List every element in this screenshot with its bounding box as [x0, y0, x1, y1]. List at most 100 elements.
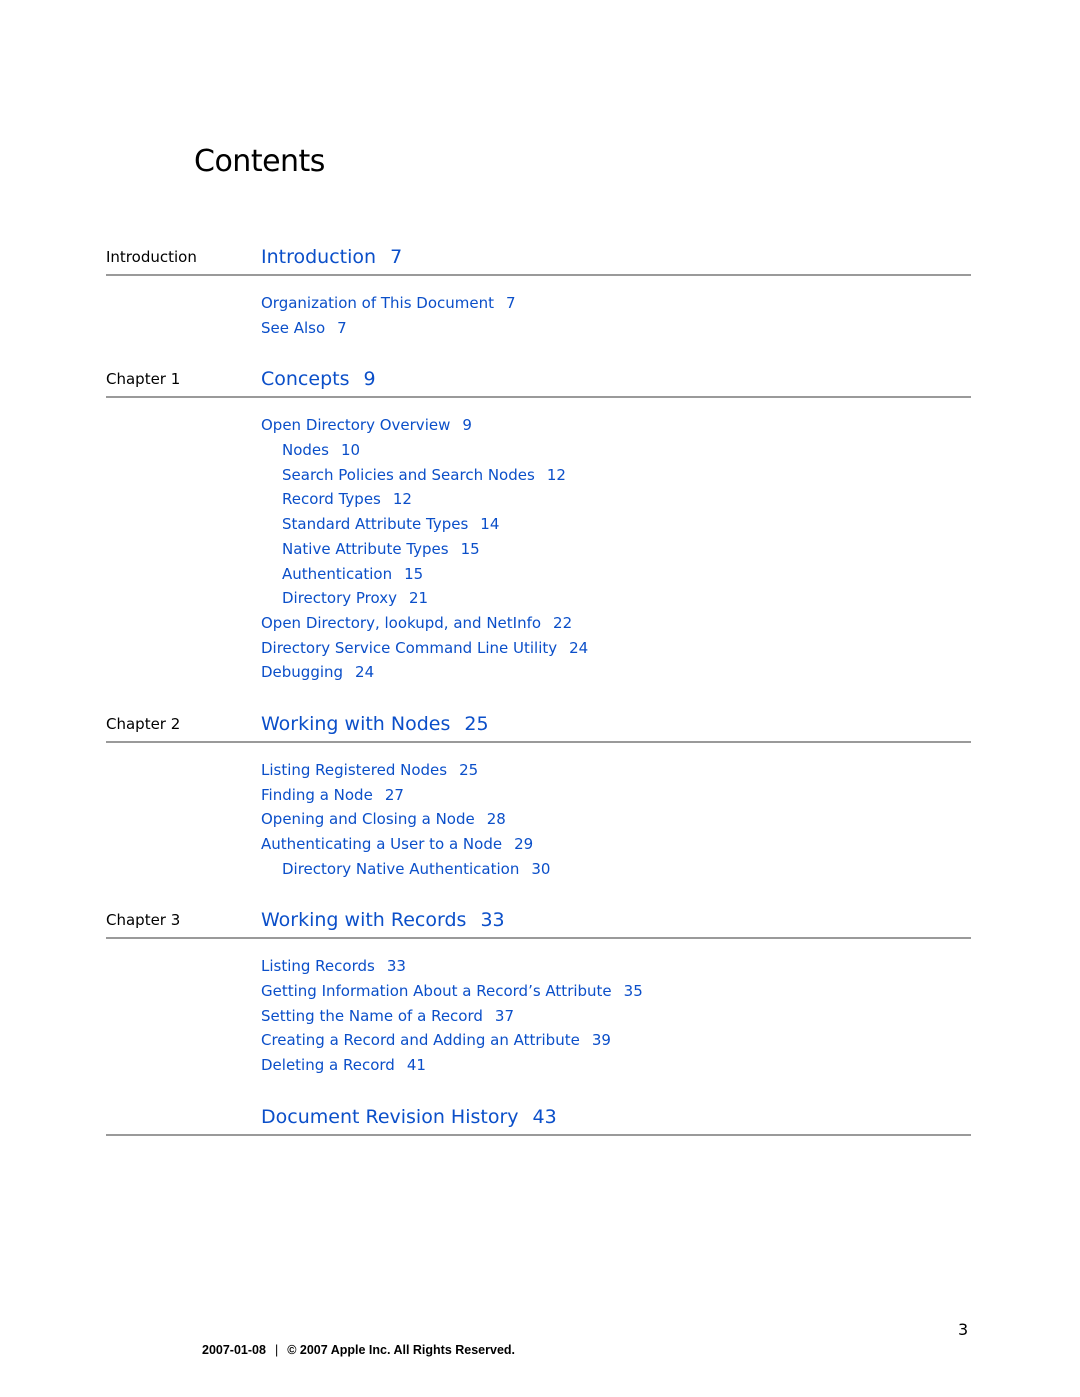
entry-page-number: 12	[546, 465, 566, 484]
toc-entry-link[interactable]: Getting Information About a Record’s Att…	[261, 979, 971, 1004]
section-title-link[interactable]: Concepts 9	[261, 368, 376, 390]
entry-title: Nodes	[282, 441, 329, 460]
entry-title: Finding a Node	[261, 785, 373, 804]
entry-title: Native Attribute Types	[282, 539, 449, 558]
entry-title: Directory Native Authentication	[282, 859, 520, 878]
section-title-text: Working with Nodes	[261, 712, 451, 735]
toc-entry-link[interactable]: Organization of This Document 7	[261, 291, 971, 316]
toc-entry-link[interactable]: Finding a Node 27	[261, 783, 971, 808]
section-title-link[interactable]: Working with Nodes 25	[261, 713, 489, 735]
section-label: Chapter 1	[106, 370, 181, 389]
entry-page-number: 39	[591, 1031, 611, 1050]
section-label: Introduction	[106, 248, 197, 266]
section-label: Chapter 2	[106, 714, 181, 733]
entry-page-number: 28	[486, 810, 506, 829]
toc-entry-link[interactable]: Opening and Closing a Node 28	[261, 807, 971, 832]
entry-page-number: 15	[460, 539, 480, 558]
entry-page-number: 22	[553, 613, 573, 632]
toc-entry-link[interactable]: Directory Native Authentication 30	[261, 857, 971, 882]
section-label: Chapter 3	[106, 911, 181, 930]
toc-section: Document Revision History 43	[106, 1098, 971, 1136]
entry-title: Directory Proxy	[282, 589, 397, 608]
entry-page-number: 21	[409, 589, 429, 608]
entry-page-number: 12	[392, 490, 412, 509]
section-title-link[interactable]: Document Revision History 43	[261, 1106, 557, 1128]
toc-entry-link[interactable]: Open Directory Overview 9	[261, 413, 971, 438]
toc-entry-link[interactable]: Deleting a Record 41	[261, 1053, 971, 1078]
entry-page-number: 7	[337, 318, 347, 337]
entry-page-number: 33	[386, 957, 406, 976]
toc-entry-link[interactable]: Directory Proxy 21	[261, 586, 971, 611]
entry-page-number: 14	[480, 515, 500, 534]
toc-entry-link[interactable]: Search Policies and Search Nodes 12	[261, 463, 971, 488]
toc-entry-link[interactable]: Record Types 12	[261, 487, 971, 512]
entry-title: Getting Information About a Record’s Att…	[261, 982, 612, 1001]
toc-entry-link[interactable]: Listing Registered Nodes 25	[261, 758, 971, 783]
toc-entry-link[interactable]: Directory Service Command Line Utility 24	[261, 636, 971, 661]
footer-date: 2007-01-08	[202, 1343, 266, 1357]
toc-entry-link[interactable]: Creating a Record and Adding an Attribut…	[261, 1028, 971, 1053]
footer-separator: |	[274, 1343, 279, 1357]
entry-title: Debugging	[261, 663, 344, 682]
entry-title: Standard Attribute Types	[282, 515, 469, 534]
entry-title: Organization of This Document	[261, 294, 495, 312]
entry-page-number: 15	[404, 564, 424, 583]
section-title-link[interactable]: Working with Records 33	[261, 909, 505, 931]
section-page-number: 43	[532, 1105, 557, 1128]
entry-page-number: 9	[462, 416, 472, 435]
table-of-contents: Introduction Introduction 7 Organization of…	[106, 238, 971, 1136]
section-header: Introduction Introduction 7	[106, 238, 971, 276]
section-title-text: Concepts	[261, 368, 350, 391]
entry-page-number: 41	[406, 1056, 426, 1075]
section-title-text: Working with Records	[261, 909, 467, 932]
toc-entry-link[interactable]: Listing Records 33	[261, 954, 971, 979]
entry-page-number: 37	[494, 1006, 514, 1025]
section-header: Chapter 1 Concepts 9	[106, 360, 971, 399]
entry-page-number: 25	[459, 760, 479, 779]
entry-title: Listing Registered Nodes	[261, 760, 448, 779]
section-entries: Open Directory Overview 9 Nodes 10 Search Po…	[106, 398, 971, 685]
page-title: Contents	[194, 144, 325, 179]
toc-entry-link[interactable]: See Also 7	[261, 316, 971, 341]
entry-title: Open Directory Overview	[261, 416, 451, 435]
toc-entry-link[interactable]: Setting the Name of a Record 37	[261, 1004, 971, 1029]
entry-page-number: 7	[506, 294, 516, 312]
section-page-number: 25	[464, 712, 489, 735]
entry-page-number: 29	[514, 835, 534, 853]
section-entries: Listing Records 33 Getting Information Abo…	[106, 939, 971, 1077]
toc-entry-link[interactable]: Authenticating a User to a Node 29	[261, 832, 971, 857]
section-header: Chapter 3 Working with Records 33	[106, 901, 971, 940]
section-title-link[interactable]: Introduction 7	[261, 246, 402, 268]
section-header: Chapter 2 Working with Nodes 25	[106, 705, 971, 743]
section-title-text: Introduction	[261, 246, 377, 268]
toc-section: Chapter 1 Concepts 9 Open Directory Overvie…	[106, 360, 971, 705]
toc-section: Chapter 2 Working with Nodes 25 Listing Reg…	[106, 705, 971, 901]
toc-entry-link[interactable]: Native Attribute Types 15	[261, 537, 971, 562]
entry-page-number: 35	[623, 982, 643, 1001]
section-entries: Organization of This Document 7 See Also 7	[106, 276, 971, 340]
entry-title: Authenticating a User to a Node	[261, 835, 503, 853]
toc-entry-link[interactable]: Standard Attribute Types 14	[261, 512, 971, 537]
entry-title: Deleting a Record	[261, 1056, 395, 1075]
toc-entry-link[interactable]: Nodes 10	[261, 438, 971, 463]
entry-page-number: 24	[569, 638, 589, 657]
section-header: Document Revision History 43	[106, 1098, 971, 1136]
entry-page-number: 24	[355, 663, 375, 682]
toc-section: Chapter 3 Working with Records 33 Listing R…	[106, 901, 971, 1097]
entry-title: Record Types	[282, 490, 381, 509]
entry-page-number: 27	[384, 785, 404, 804]
entry-title: Listing Records	[261, 957, 375, 976]
footer: 2007-01-08 | © 2007 Apple Inc. All Rights …	[202, 1343, 515, 1357]
entry-title: Authentication	[282, 564, 393, 583]
toc-entry-link[interactable]: Open Directory, lookupd, and NetInfo 22	[261, 611, 971, 636]
page-number: 3	[958, 1320, 969, 1339]
entry-title: Opening and Closing a Node	[261, 810, 475, 829]
toc-entry-link[interactable]: Authentication 15	[261, 562, 971, 587]
toc-entry-link[interactable]: Debugging 24	[261, 660, 971, 685]
toc-section: Introduction Introduction 7 Organization of…	[106, 238, 971, 360]
entry-title: Open Directory, lookupd, and NetInfo	[261, 613, 542, 632]
